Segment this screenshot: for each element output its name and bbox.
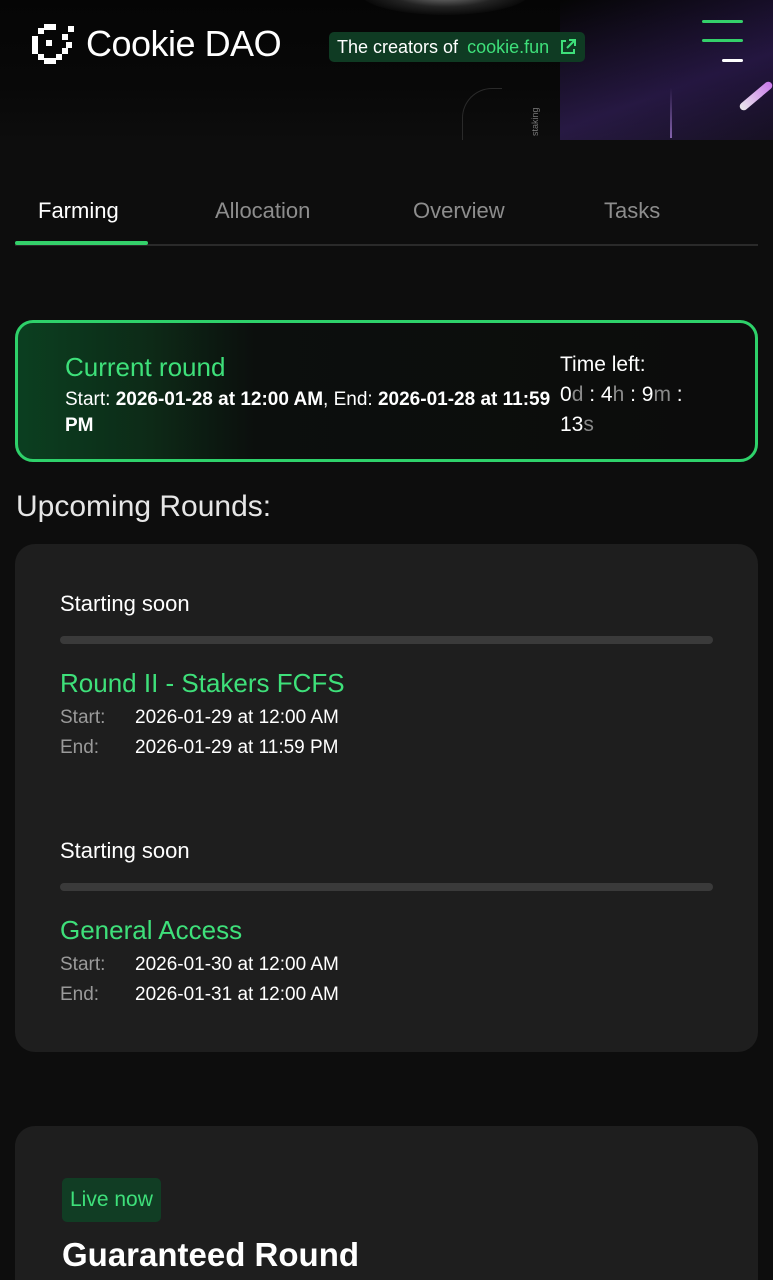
countdown-minutes-unit: m bbox=[653, 383, 671, 406]
round-start-label: Start: bbox=[60, 954, 106, 975]
current-round-dates: Start: 2026-01-28 at 12:00 AM, End: 2026… bbox=[65, 389, 551, 436]
live-now-badge: Live now bbox=[62, 1178, 161, 1222]
round-start-label: Start: bbox=[60, 707, 106, 728]
round-progress-bar bbox=[60, 883, 713, 891]
cookie-logo-icon bbox=[32, 24, 74, 64]
current-round-title: Current round bbox=[65, 352, 226, 382]
upcoming-rounds-title: Upcoming Rounds: bbox=[16, 490, 272, 523]
current-round-start-label: Start: bbox=[65, 389, 111, 410]
round-item[interactable]: Starting soon Round II - Stakers FCFS St… bbox=[60, 591, 713, 771]
round-name: Round II - Stakers FCFS bbox=[60, 668, 345, 698]
countdown-days-unit: d bbox=[571, 383, 584, 406]
countdown-seconds-line: 13s bbox=[560, 410, 730, 440]
menu-bar-middle bbox=[702, 39, 743, 42]
guaranteed-round-title: Guaranteed Round bbox=[62, 1236, 360, 1273]
staking-label: staking bbox=[530, 107, 540, 136]
external-link-icon bbox=[561, 39, 577, 54]
tab-farming[interactable]: Farming bbox=[38, 198, 119, 224]
tab-allocation[interactable]: Allocation bbox=[215, 198, 310, 224]
countdown-days: 0 bbox=[560, 383, 572, 406]
current-round-end-label: End: bbox=[333, 389, 373, 410]
round-start-value: 2026-01-29 at 12:00 AM bbox=[135, 707, 339, 728]
creators-link-badge[interactable]: The creators of cookie.fun bbox=[329, 32, 586, 62]
cookie-fun-link[interactable]: cookie.fun bbox=[467, 37, 549, 58]
tab-overview[interactable]: Overview bbox=[413, 198, 505, 224]
creators-prefix: The creators of bbox=[337, 36, 459, 57]
countdown-seconds: 13 bbox=[560, 413, 584, 436]
current-round-card: Current round Start: 2026-01-28 at 12:00… bbox=[15, 320, 758, 462]
time-left: Time left: 0d : 4h : 9m : 13s bbox=[560, 350, 730, 440]
countdown-hours: 4 bbox=[600, 383, 613, 406]
header: staking Cookie DAO The creators of cooki… bbox=[0, 0, 773, 140]
header-decor-line bbox=[670, 88, 672, 138]
round-end-value: 2026-01-29 at 11:59 PM bbox=[135, 737, 339, 758]
round-end-label: End: bbox=[60, 984, 100, 1005]
round-start-value: 2026-01-30 at 12:00 AM bbox=[135, 954, 339, 975]
tab-bar: Farming Allocation Overview Tasks bbox=[15, 190, 758, 246]
upcoming-rounds-card: Starting soon Round II - Stakers FCFS St… bbox=[15, 544, 758, 1052]
tab-tasks[interactable]: Tasks bbox=[604, 198, 660, 224]
round-end-label: End: bbox=[60, 737, 100, 758]
countdown-hours-unit: h bbox=[612, 383, 625, 406]
page: staking Cookie DAO The creators of cooki… bbox=[0, 0, 773, 1280]
hamburger-menu-icon[interactable] bbox=[700, 20, 745, 64]
current-round-start-value: 2026-01-28 at 12:00 AM bbox=[115, 389, 324, 410]
time-left-label: Time left: bbox=[560, 353, 646, 376]
guaranteed-round-card[interactable]: Live now Guaranteed Round bbox=[15, 1126, 758, 1280]
brand-name: Cookie DAO bbox=[86, 23, 282, 64]
brand-logo[interactable]: Cookie DAO bbox=[28, 20, 282, 68]
header-decor-arc bbox=[462, 88, 502, 140]
round-end-value: 2026-01-31 at 12:00 AM bbox=[135, 984, 339, 1005]
menu-bar-top bbox=[702, 20, 743, 23]
countdown-seconds-unit: s bbox=[583, 413, 594, 436]
countdown: 0d : 4h : 9m : bbox=[560, 383, 683, 406]
active-tab-indicator bbox=[15, 241, 148, 245]
round-item[interactable]: Starting soon General Access Start: 2026… bbox=[60, 838, 713, 1018]
header-glow bbox=[360, 0, 530, 15]
countdown-minutes: 9 bbox=[641, 383, 654, 406]
round-status: Starting soon bbox=[60, 838, 190, 863]
round-status: Starting soon bbox=[60, 591, 190, 616]
menu-bar-bottom bbox=[722, 59, 743, 62]
round-name: General Access bbox=[60, 915, 243, 945]
round-progress-bar bbox=[60, 636, 713, 644]
